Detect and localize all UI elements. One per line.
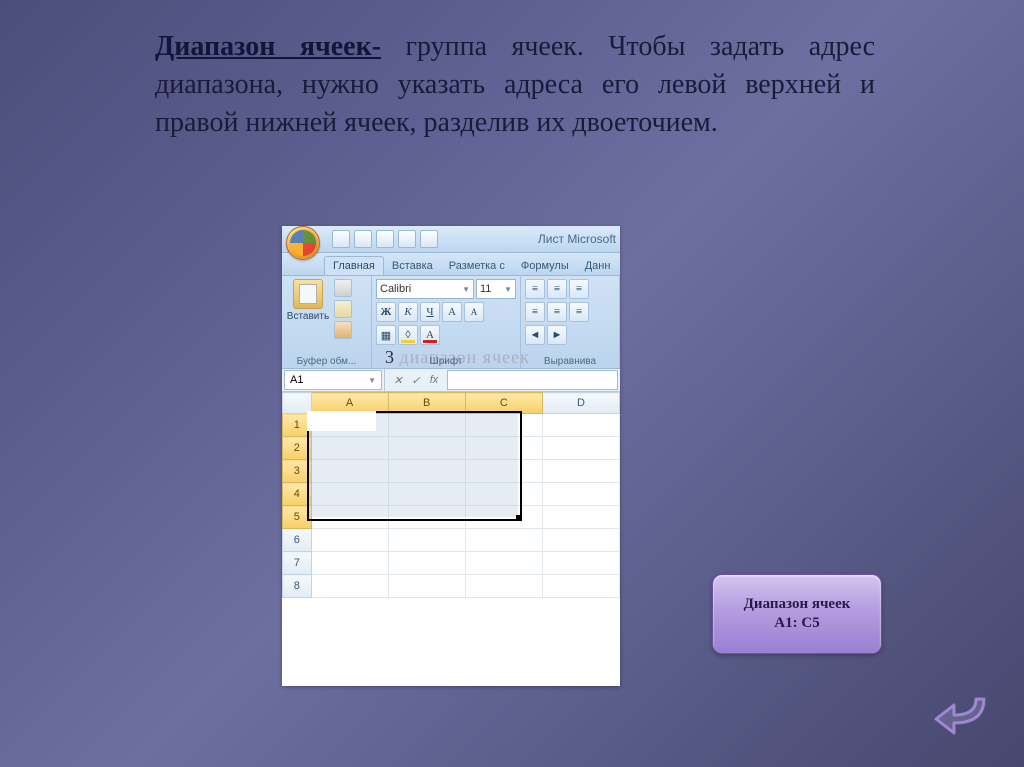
align-center-button[interactable]: ≡ [547,302,567,322]
ribbon-group-alignment: ≡ ≡ ≡ ≡ ≡ ≡ ◄ ► [521,276,620,368]
fill-handle[interactable] [516,515,522,521]
col-header-c[interactable]: C [465,393,542,414]
qat-undo-icon[interactable] [354,230,372,248]
name-box[interactable]: A1 ▼ [284,370,382,390]
title-bar: Лист Microsoft [282,226,620,253]
increase-indent-button[interactable]: ► [547,325,567,345]
office-button[interactable] [286,226,320,260]
clipboard-group-label: Буфер обм... [286,355,367,368]
align-middle-button[interactable]: ≡ [547,279,567,299]
range-callout: Диапазон ячеек А1: С5 [712,574,882,654]
qat-print-icon[interactable] [398,230,416,248]
definition-paragraph: Диапазон ячеек- группа ячеек. Чтобы зада… [155,28,875,141]
row-header[interactable]: 4 [283,483,312,506]
grow-font-button[interactable]: A [442,302,462,322]
window-title: Лист Microsoft [538,232,616,246]
col-header-a[interactable]: A [311,393,388,414]
tab-data[interactable]: Данн [577,257,619,275]
alignment-group-label: Выравнива [525,355,615,368]
spreadsheet-grid[interactable]: A B C D 1 2 3 4 5 6 7 8 [282,392,620,598]
term: Диапазон ячеек- [155,31,381,62]
tab-insert[interactable]: Вставка [384,257,441,275]
font-name-combo[interactable]: Calibri▼ [376,279,474,299]
cut-icon[interactable] [334,279,352,297]
tab-layout[interactable]: Разметка с [441,257,513,275]
borders-button[interactable]: ▦ [376,325,396,345]
fill-color-button[interactable]: ◊ [398,325,418,345]
overlay-text: 3 диапазон ячеек [385,347,530,368]
callout-line-2: А1: С5 [744,614,851,633]
chevron-down-icon: ▼ [504,285,512,294]
row-header[interactable]: 6 [283,529,312,552]
align-right-button[interactable]: ≡ [569,302,589,322]
cancel-icon[interactable]: ✕ [391,373,405,387]
formula-bar: A1 ▼ ✕ ✓ fx [282,369,620,392]
qat-redo-icon[interactable] [376,230,394,248]
chevron-down-icon: ▼ [368,376,376,385]
row-header[interactable]: 8 [283,575,312,598]
font-size-combo[interactable]: 11▼ [476,279,516,299]
enter-icon[interactable]: ✓ [409,373,423,387]
copy-icon[interactable] [334,300,352,318]
excel-screenshot: Лист Microsoft Главная Вставка Разметка … [282,226,620,686]
row-header[interactable]: 1 [283,414,312,437]
tab-formulas[interactable]: Формулы [513,257,577,275]
align-left-button[interactable]: ≡ [525,302,545,322]
align-top-button[interactable]: ≡ [525,279,545,299]
col-header-d[interactable]: D [542,393,619,414]
qat-save-icon[interactable] [332,230,350,248]
paste-label: Вставить [287,311,329,322]
paste-button[interactable]: Вставить [286,279,330,322]
tab-home[interactable]: Главная [324,256,384,275]
row-header[interactable]: 7 [283,552,312,575]
row-header[interactable]: 3 [283,460,312,483]
slide: Диапазон ячеек- группа ячеек. Чтобы зада… [0,0,1024,767]
fx-icon[interactable]: fx [427,373,441,387]
bold-button[interactable]: Ж [376,302,396,322]
quick-access-toolbar [332,230,438,248]
chevron-down-icon: ▼ [462,285,470,294]
select-all-corner[interactable] [283,393,312,414]
return-arrow-icon[interactable] [932,693,988,737]
font-color-button[interactable]: A [420,325,440,345]
align-bottom-button[interactable]: ≡ [569,279,589,299]
format-painter-icon[interactable] [334,321,352,339]
ribbon-tabs: Главная Вставка Разметка с Формулы Данн [282,253,620,276]
fx-area: ✕ ✓ fx [384,369,447,391]
col-header-b[interactable]: B [388,393,465,414]
shrink-font-button[interactable]: A [464,302,484,322]
row-header[interactable]: 5 [283,506,312,529]
paste-icon [293,279,323,309]
ribbon-group-clipboard: Вставить Буфер обм... [282,276,372,368]
callout-line-1: Диапазон ячеек [744,595,851,614]
formula-input[interactable] [447,370,618,390]
qat-preview-icon[interactable] [420,230,438,248]
italic-button[interactable]: К [398,302,418,322]
underline-button[interactable]: Ч [420,302,440,322]
decrease-indent-button[interactable]: ◄ [525,325,545,345]
row-header[interactable]: 2 [283,437,312,460]
